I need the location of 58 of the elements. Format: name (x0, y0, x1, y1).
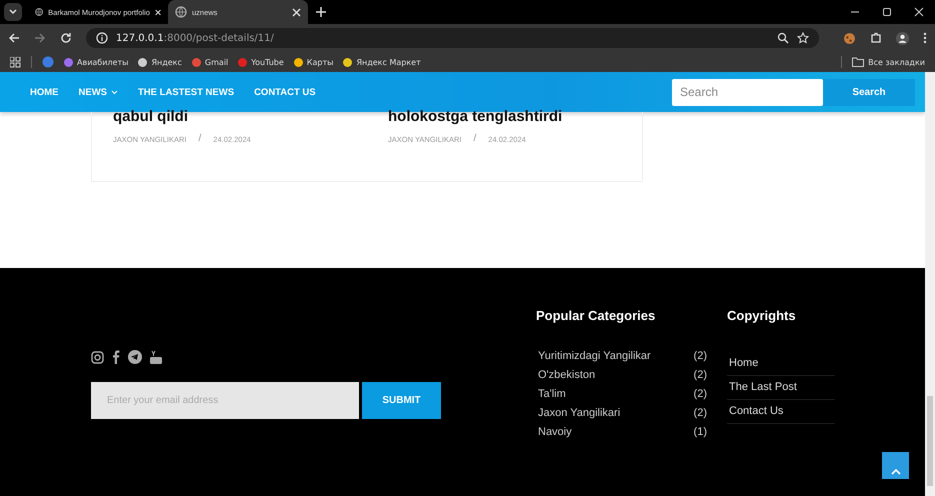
instagram-icon[interactable] (91, 350, 104, 364)
caret-icon (8, 7, 18, 17)
reload-icon[interactable] (60, 32, 72, 44)
category-count: (2) (694, 350, 707, 362)
extensions-icon[interactable] (870, 32, 882, 44)
column-heading: Popular Categories (536, 308, 656, 323)
bookmark-icon[interactable] (42, 56, 54, 68)
star-icon[interactable] (797, 32, 809, 44)
post-title[interactable]: holokostga tenglashtirdi (388, 108, 642, 125)
facebook-icon[interactable] (112, 350, 120, 364)
category-count: (2) (694, 369, 707, 381)
globe-icon (35, 6, 44, 18)
url-text: 127.0.0.1:8000/post-details/11/ (116, 32, 274, 44)
footer-link[interactable]: Contact Us (729, 405, 784, 417)
bookmark-link[interactable]: Яндекс (138, 58, 182, 66)
bookmark-link[interactable]: YouTube (238, 58, 284, 66)
arrow-up-icon (890, 467, 900, 475)
category-count: (2) (694, 407, 707, 419)
address-bar[interactable]: 127.0.0.1:8000/post-details/11/ (86, 28, 819, 48)
scrollbar[interactable] (925, 72, 935, 496)
meta-separator: / (474, 133, 476, 144)
category-count: (2) (694, 388, 707, 400)
email-field[interactable]: Enter your email address (91, 382, 359, 419)
category-link[interactable]: Yuritimizdagi Yangilikar (538, 350, 651, 362)
category-count: (1) (694, 426, 707, 438)
restore-icon[interactable] (882, 7, 892, 17)
apps-icon[interactable] (10, 56, 21, 68)
bookmark-link[interactable]: Авиабилеты (64, 58, 128, 66)
forward-icon[interactable] (34, 32, 46, 44)
all-bookmarks-link[interactable]: Все закладки (852, 57, 925, 67)
new-tab-icon[interactable] (316, 7, 326, 17)
bookmark-link[interactable]: Яндекс Маркет (343, 58, 421, 66)
scroll-top-button[interactable] (882, 452, 909, 479)
cookie-icon[interactable] (843, 32, 856, 44)
tab-list-button[interactable] (4, 3, 22, 21)
close-icon[interactable] (292, 8, 301, 16)
back-icon[interactable] (8, 32, 20, 44)
telegram-icon[interactable] (128, 350, 142, 364)
category-link[interactable]: Ta'lim (538, 388, 566, 400)
zoom-icon[interactable] (777, 32, 789, 44)
globe-icon (175, 6, 187, 18)
footer-link[interactable]: The Last Post (729, 381, 797, 393)
footer-link[interactable]: Home (729, 357, 758, 369)
search-field[interactable]: Search (672, 78, 823, 106)
menu-icon[interactable] (923, 32, 927, 44)
category-link[interactable]: Jaxon Yangilikari (538, 407, 620, 419)
column-heading: Copyrights (727, 308, 797, 323)
category-link[interactable]: O'zbekiston (538, 369, 596, 381)
info-icon[interactable] (96, 32, 108, 44)
close-icon[interactable] (154, 8, 161, 16)
bookmark-link[interactable]: Карты (294, 58, 334, 66)
folder-icon (852, 57, 864, 67)
post-title[interactable]: qabul qildi (113, 108, 367, 125)
meta-separator: / (198, 133, 202, 144)
profile-icon[interactable] (896, 32, 909, 44)
category-link[interactable]: Navoiy (538, 426, 572, 438)
close-icon[interactable] (914, 7, 924, 17)
bookmark-link[interactable]: Gmail (192, 58, 228, 66)
